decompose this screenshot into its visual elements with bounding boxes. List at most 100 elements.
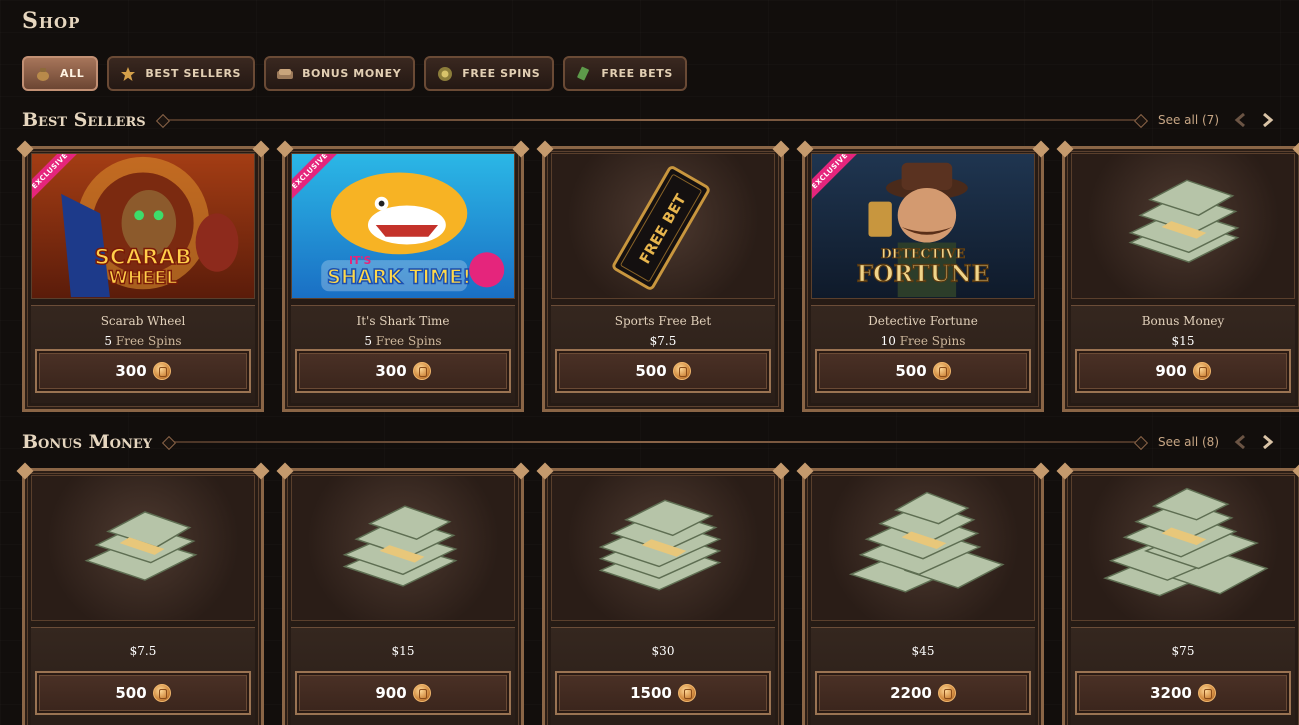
cash-stack-icon [84,511,198,581]
svg-text:WHEEL: WHEEL [108,268,177,288]
cash-stack-icon [1128,179,1240,263]
cash-stack-icon [598,499,722,591]
filter-all[interactable]: ALL [22,56,99,91]
price-value: 2200 [890,684,932,702]
filter-free-spins-label: FREE SPINS [462,67,541,80]
price-value: 900 [375,684,407,702]
arrow-right-icon[interactable] [1257,110,1277,130]
bonus-money-row: $7.5 500 $15 900 $30 1500 $45 2200 $75 3… [22,468,1299,725]
cash-stack-icon [848,491,1005,593]
arrow-right-icon[interactable] [1257,432,1277,452]
product-info: Scarab Wheel 5 Free Spins 300 [31,305,255,403]
product-amount: $75 [1171,644,1195,658]
price-value: 3200 [1150,684,1192,702]
coin-icon [412,684,431,702]
buy-button[interactable]: 300 [295,349,511,393]
product-image [551,475,775,621]
filter-best-sellers-label: BEST SELLERS [145,67,242,80]
svg-text:SHARK TIME!: SHARK TIME! [327,265,471,288]
product-name: Scarab Wheel [100,314,186,328]
product-name: Detective Fortune [868,314,978,328]
divider [159,119,1144,121]
product-amount: 5 Free Spins [364,334,442,348]
svg-text:SCARAB: SCARAB [94,245,191,270]
arrow-left-icon[interactable] [1231,432,1251,452]
buy-button[interactable]: 3200 [1075,671,1291,715]
star-icon [119,66,137,82]
coin-icon [672,362,691,380]
product-card[interactable]: $15 900 [282,468,524,725]
product-name: Bonus Money [1141,314,1225,328]
coin-icon [152,684,171,702]
buy-button[interactable]: 900 [1075,349,1291,393]
filter-all-label: ALL [60,67,85,80]
filter-bonus-money[interactable]: BONUS MONEY [264,56,416,91]
product-card[interactable]: $45 2200 [802,468,1044,725]
buy-button[interactable]: 500 [815,349,1031,393]
coin-icon [152,362,171,380]
product-card[interactable]: $7.5 500 [22,468,264,725]
price-value: 900 [1155,362,1187,380]
arrow-left-icon[interactable] [1231,110,1251,130]
product-info: $7.5 500 [31,627,255,725]
shark-time-art: IT'S SHARK TIME! [321,172,505,292]
buy-button[interactable]: 1500 [555,671,771,715]
product-image: IT'S SHARK TIME! EXCLUSIVE [291,153,515,299]
buy-button[interactable]: 900 [295,671,511,715]
product-info: Bonus Money $15 900 [1071,305,1295,403]
bonus-money-header: Bonus Money See all (8) [22,430,1277,454]
product-card[interactable]: $30 1500 [542,468,784,725]
product-card[interactable]: DETECTIVE FORTUNE EXCLUSIVE Detective Fo… [802,146,1044,412]
product-info: $75 3200 [1071,627,1295,725]
product-image: DETECTIVE FORTUNE EXCLUSIVE [811,153,1035,299]
coin-icon [1192,362,1211,380]
coin-icon [412,362,431,380]
spin-icon [436,66,454,82]
product-info: $30 1500 [551,627,775,725]
filter-bar: ALL BEST SELLERS BONUS MONEY FREE SPINS … [22,56,687,91]
product-card[interactable]: $75 3200 [1062,468,1299,725]
product-image: SCARAB WHEEL EXCLUSIVE [31,153,255,299]
filter-free-bets[interactable]: FREE BETS [563,56,687,91]
product-image: FREE BET [551,153,775,299]
product-info: It's Shark Time 5 Free Spins 300 [291,305,515,403]
divider [166,441,1144,443]
detective-fortune-art: DETECTIVE FORTUNE [856,162,990,298]
price-value: 500 [895,362,927,380]
coin-icon [937,684,956,702]
filter-free-bets-label: FREE BETS [601,67,673,80]
product-card[interactable]: Bonus Money $15 900 [1062,146,1299,412]
price-value: 500 [635,362,667,380]
price-value: 500 [115,684,147,702]
price-value: 300 [375,362,407,380]
see-all-link[interactable]: See all (7) [1158,113,1219,127]
filter-free-spins[interactable]: FREE SPINS [424,56,555,91]
filter-bonus-money-label: BONUS MONEY [302,67,402,80]
product-name: It's Shark Time [356,314,450,328]
product-image [811,475,1035,621]
see-all-link[interactable]: See all (8) [1158,435,1219,449]
product-info: $45 2200 [811,627,1035,725]
svg-text:FORTUNE: FORTUNE [857,260,990,288]
money-icon [276,66,294,82]
coin-icon [932,362,951,380]
buy-button[interactable]: 500 [35,671,251,715]
section-title: Best Sellers [22,109,146,131]
cash-stack-icon [1103,487,1269,597]
product-image [31,475,255,621]
buy-button[interactable]: 300 [35,349,251,393]
product-info: Detective Fortune 10 Free Spins 500 [811,305,1035,403]
product-info: $15 900 [291,627,515,725]
ticket-icon [575,66,593,82]
product-card[interactable]: SCARAB WHEEL EXCLUSIVE Scarab Wheel 5 Fr… [22,146,264,412]
coin-icon [677,684,696,702]
page-title: Shop [22,8,81,34]
buy-button[interactable]: 2200 [815,671,1031,715]
coin-icon [1197,684,1216,702]
product-amount: $30 [651,644,675,658]
product-amount: $7.5 [129,644,157,658]
product-card[interactable]: IT'S SHARK TIME! EXCLUSIVE It's Shark Ti… [282,146,524,412]
product-card[interactable]: FREE BET Sports Free Bet $7.5 500 [542,146,784,412]
filter-best-sellers[interactable]: BEST SELLERS [107,56,256,91]
buy-button[interactable]: 500 [555,349,771,393]
